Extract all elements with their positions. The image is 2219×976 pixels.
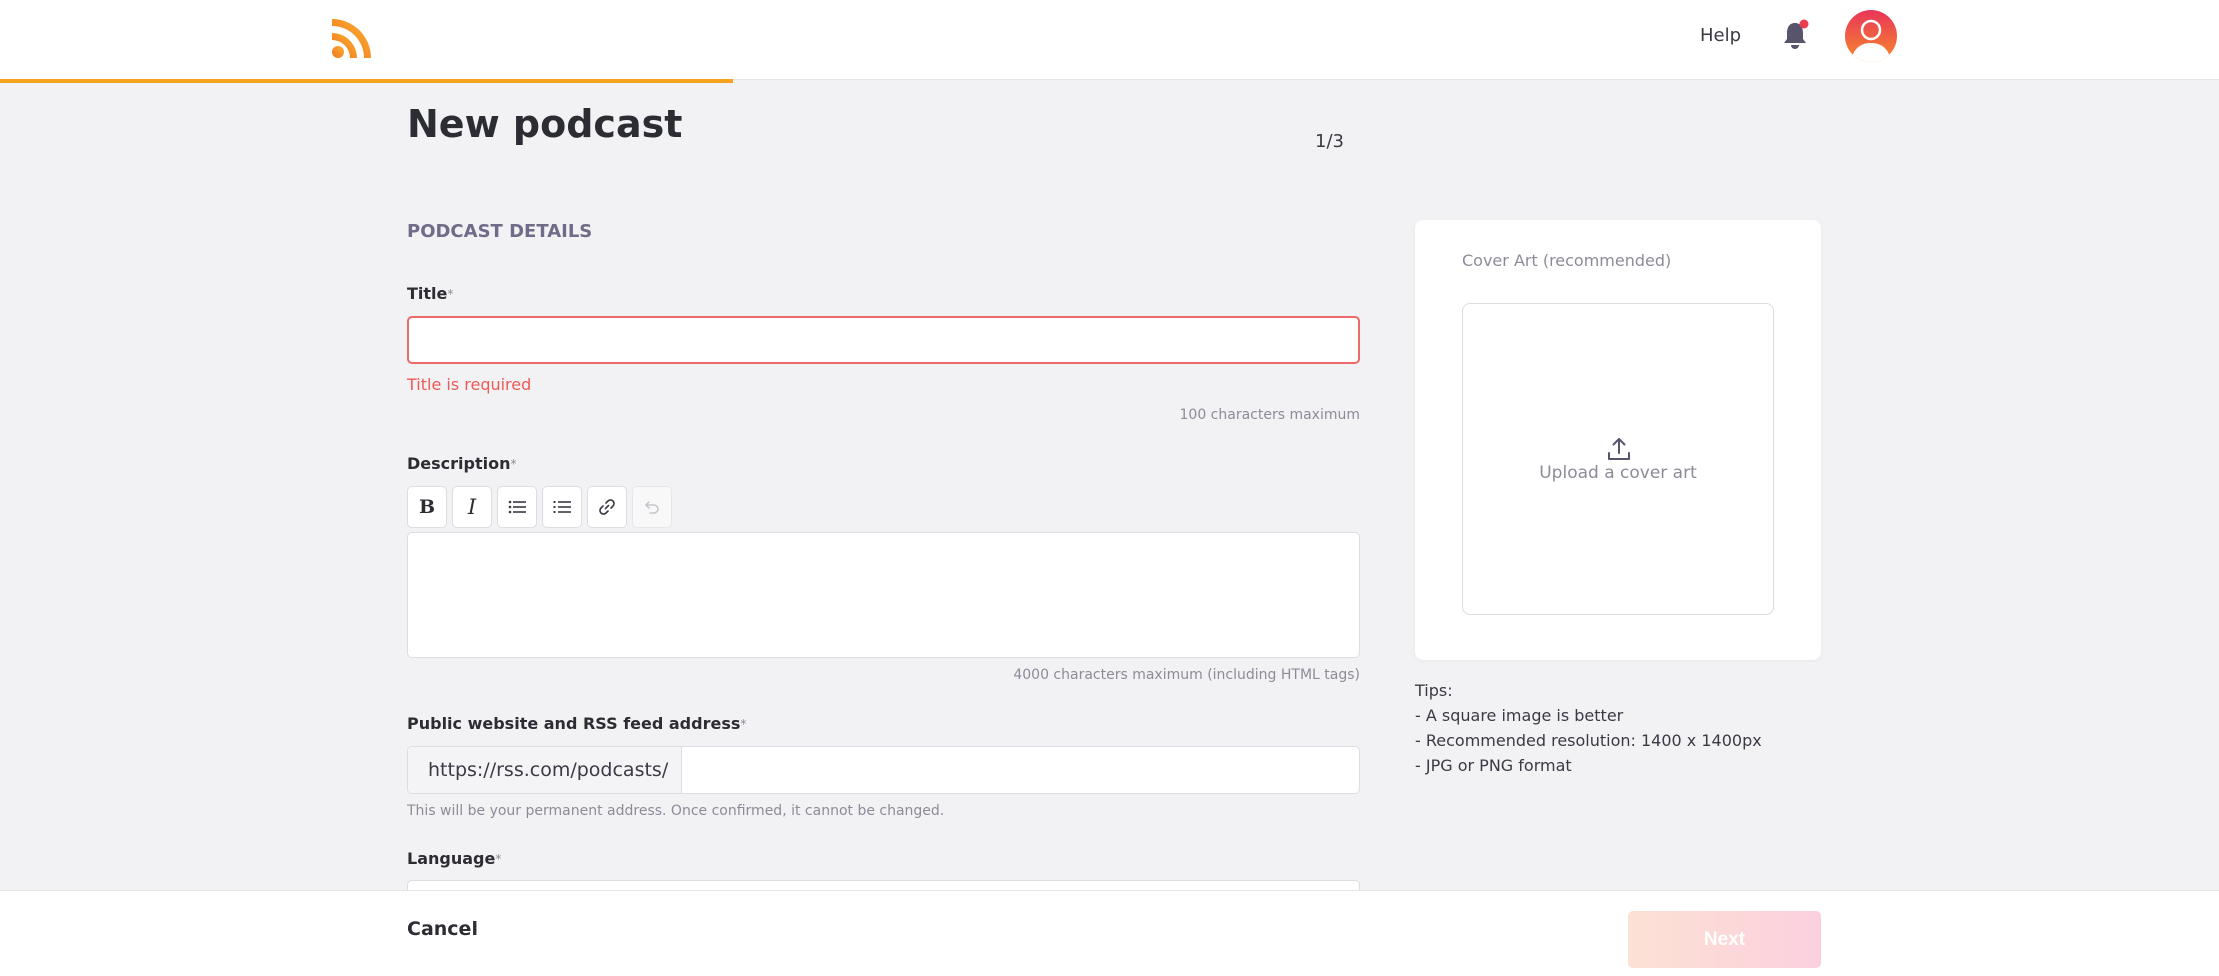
tip-item: - A square image is better [1415, 706, 1624, 725]
tip-item: - JPG or PNG format [1415, 756, 1572, 775]
cancel-button[interactable]: Cancel [407, 916, 478, 942]
numbered-list-button[interactable] [542, 486, 582, 528]
url-input-group: https://rss.com/podcasts/ [407, 746, 1360, 794]
title-error-message: Title is required [407, 375, 532, 394]
title-label: Title* [407, 283, 453, 305]
bold-icon: B [418, 496, 436, 518]
italic-icon: I [467, 495, 477, 519]
description-char-hint: 4000 characters maximum (including HTML … [1013, 667, 1360, 683]
required-mark: * [447, 287, 454, 301]
title-input[interactable] [407, 316, 1360, 364]
cover-art-upload[interactable]: Upload a cover art [1462, 303, 1774, 615]
bullet-list-icon [508, 500, 526, 514]
url-prefix: https://rss.com/podcasts/ [408, 747, 682, 793]
upload-icon [1608, 438, 1630, 460]
description-label: Description* [407, 453, 516, 475]
undo-icon [645, 501, 659, 514]
step-indicator: 1/3 [1315, 131, 1344, 152]
tip-item: - Recommended resolution: 1400 x 1400px [1415, 731, 1762, 750]
bold-button[interactable]: B [407, 486, 447, 528]
page-title: New podcast [407, 102, 683, 146]
language-label: Language* [407, 848, 501, 870]
notification-bell-icon[interactable] [1778, 18, 1812, 52]
link-button[interactable] [587, 486, 627, 528]
required-mark: * [740, 717, 747, 731]
url-label: Public website and RSS feed address* [407, 713, 746, 735]
upload-text: Upload a cover art [1539, 463, 1697, 483]
cover-tips: Tips: - A square image is better - Recom… [1415, 678, 1762, 778]
url-hint: This will be your permanent address. Onc… [407, 803, 945, 819]
numbered-list-icon [553, 501, 571, 513]
title-char-hint: 100 characters maximum [1179, 407, 1361, 423]
step-progress-bar [0, 79, 733, 83]
url-slug-input[interactable] [684, 747, 1359, 793]
user-avatar-icon[interactable] [1845, 10, 1897, 62]
next-button[interactable]: Next [1628, 911, 1821, 968]
rss-logo-icon[interactable] [331, 17, 373, 59]
description-editor[interactable] [407, 532, 1360, 658]
description-label-text: Description [407, 454, 511, 473]
cover-art-label: Cover Art (recommended) [1462, 251, 1672, 270]
url-label-text: Public website and RSS feed address [407, 714, 741, 733]
tips-heading: Tips: [1415, 681, 1453, 700]
footer-bar: Cancel Next [0, 890, 2219, 976]
required-mark: * [495, 852, 502, 866]
italic-button[interactable]: I [452, 486, 492, 528]
link-icon [599, 499, 615, 515]
section-title: PODCAST DETAILS [407, 221, 593, 242]
top-bar: Help [0, 0, 2219, 80]
bullet-list-button[interactable] [497, 486, 537, 528]
help-link[interactable]: Help [1700, 24, 1741, 48]
language-label-text: Language [407, 849, 496, 868]
cover-art-card: Cover Art (recommended) Upload a cover a… [1415, 220, 1821, 660]
title-label-text: Title [407, 284, 448, 303]
undo-button[interactable] [632, 486, 672, 528]
required-mark: * [510, 457, 517, 471]
